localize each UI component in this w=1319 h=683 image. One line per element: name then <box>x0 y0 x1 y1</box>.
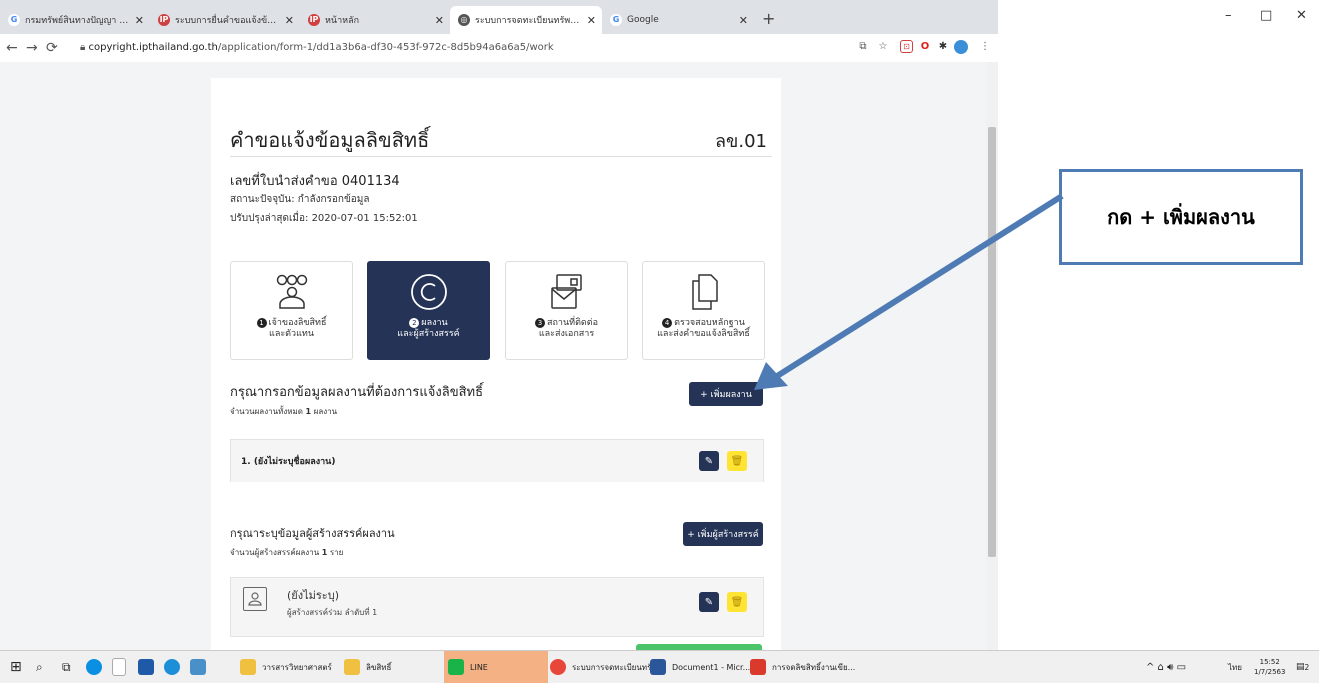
taskbar-item-pdf[interactable]: การจดลิขสิทธิ์งานเขีย... <box>750 655 855 679</box>
notification-center-icon[interactable]: ▤ 2 <box>1296 655 1309 679</box>
forward-icon[interactable]: → <box>26 40 38 56</box>
edge-icon[interactable] <box>164 655 186 679</box>
system-tray-icons[interactable]: ^ ⌂ 🔊︎ ▭ <box>1146 655 1186 679</box>
mail-app-icon[interactable] <box>138 655 160 679</box>
close-tab-icon[interactable]: ✕ <box>739 14 748 27</box>
maximize-icon[interactable]: □ <box>1260 8 1272 23</box>
delete-trash-icon[interactable]: 🗑︎ <box>727 451 747 471</box>
close-tab-icon[interactable]: ✕ <box>285 14 294 27</box>
works-heading: กรุณากรอกข้อมูลผลงานที่ต้องการแจ้งลิขสิท… <box>230 385 484 400</box>
step-work-creator[interactable]: 2 ผลงาน และผู้สร้างสรรค์ <box>367 261 490 360</box>
step-label: 3 สถานที่ติดต่อ และส่งเอกสาร <box>506 318 627 340</box>
menu-kebab-icon[interactable]: ⋮ <box>978 40 992 54</box>
close-window-icon[interactable]: ✕ <box>1296 8 1307 23</box>
work-item-label: 1. (ยังไม่ระบุชื่อผลงาน) <box>241 457 336 467</box>
windows-taskbar: ⊞ ⌕ ⧉ วารสารวิทยาศาสตร์ ลิขสิทธิ์ LINE ร… <box>0 650 1319 683</box>
last-updated-text: ปรับปรุงล่าสุดเมื่อ: 2020-07-01 15:52:01 <box>230 213 418 224</box>
task-view-icon[interactable]: ⧉ <box>62 655 71 679</box>
people-icon <box>231 272 352 312</box>
work-item-row: 1. (ยังไม่ระบุชื่อผลงาน) ✎ 🗑︎ <box>230 439 764 482</box>
edit-pencil-icon[interactable]: ✎ <box>699 592 719 612</box>
search-icon[interactable]: ⌕ <box>36 655 43 679</box>
browser-tab-bar: G กรมทรัพย์สินทางปัญญา - ค้นหาด้วย✕ IP ร… <box>0 0 998 34</box>
opera-extension-icon[interactable]: O <box>918 40 932 54</box>
add-creator-button[interactable]: + เพิ่มผู้สร้างสรรค์ <box>683 522 763 546</box>
taskbar-item-folder-science[interactable]: วารสารวิทยาศาสตร์ <box>240 655 332 679</box>
ip-favicon-icon: IP <box>308 14 320 26</box>
file-icon[interactable] <box>112 655 132 679</box>
extensions-puzzle-icon[interactable]: ✱ <box>936 40 950 54</box>
annotation-arrow <box>754 193 1064 390</box>
close-tab-icon[interactable]: ✕ <box>435 14 444 27</box>
tab-copyright-form[interactable]: IP ระบบการยื่นคำขอแจ้งข้อมูลลิขสิทธิ์✕ <box>150 6 300 34</box>
submission-number: เลขที่ใบนำส่งคำขอ 0401134 <box>230 174 400 189</box>
taskbar-item-word[interactable]: Document1 - Micr... <box>650 655 750 679</box>
tab-home[interactable]: IP หน้าหลัก ✕ <box>300 6 450 34</box>
user-avatar-icon <box>243 587 267 611</box>
step-owner[interactable]: 1 เจ้าของลิขสิทธิ์ และตัวแทน <box>230 261 353 360</box>
works-count: จำนวนผลงานทั้งหมด 1 ผลงาน <box>230 407 338 416</box>
taskbar-item-line[interactable]: LINE <box>444 651 548 683</box>
delete-trash-icon[interactable]: 🗑︎ <box>727 592 747 612</box>
language-indicator[interactable]: ไทย <box>1228 655 1242 679</box>
close-tab-icon[interactable]: ✕ <box>587 14 596 27</box>
form-card: คำขอแจ้งข้อมูลลิขสิทธิ์ ลข.01 เลขที่ใบนำ… <box>211 78 781 650</box>
back-icon[interactable]: ← <box>6 40 18 56</box>
translate-icon[interactable]: ⧉ <box>856 40 870 54</box>
page-title: คำขอแจ้งข้อมูลลิขสิทธิ์ <box>230 128 430 152</box>
creators-heading: กรุณาระบุข้อมูลผู้สร้างสรรค์ผลงาน <box>230 527 395 540</box>
close-tab-icon[interactable]: ✕ <box>135 14 144 27</box>
annotation-callout: กด + เพิ่มผลงาน <box>1059 169 1303 265</box>
control-panel-icon[interactable] <box>190 655 212 679</box>
skype-icon[interactable] <box>86 655 108 679</box>
mail-icon <box>506 272 627 312</box>
window-titlebar-area: – □ ✕ <box>998 0 1319 34</box>
bookmark-star-icon[interactable]: ☆ <box>876 40 890 54</box>
creator-name: (ยังไม่ระบุ) <box>287 589 339 602</box>
google-favicon-icon: G <box>610 14 622 26</box>
google-favicon-icon: G <box>8 14 20 26</box>
clock[interactable]: 15:52 1/7/2563 <box>1254 655 1285 679</box>
tab-ipthailand-search[interactable]: G กรมทรัพย์สินทางปัญญา - ค้นหาด้วย✕ <box>0 6 150 34</box>
step-contact[interactable]: 3 สถานที่ติดต่อ และส่งเอกสาร <box>505 261 628 360</box>
copyright-icon <box>368 272 489 312</box>
url-field[interactable]: 🔒︎ copyright.ipthailand.go.th/applicatio… <box>80 39 840 57</box>
new-tab-icon[interactable]: + <box>762 9 775 28</box>
profile-avatar-icon[interactable] <box>954 40 968 54</box>
taskbar-item-folder-copyright[interactable]: ลิขสิทธิ์ <box>344 655 391 679</box>
step-label: 2 ผลงาน และผู้สร้างสรรค์ <box>397 318 460 339</box>
lock-icon: 🔒︎ <box>80 42 86 53</box>
address-bar-row: ← → ⟳ 🔒︎ copyright.ipthailand.go.th/appl… <box>0 34 998 63</box>
taskbar-item-chrome[interactable]: ระบบการจดทะเบียนทรั... <box>550 655 659 679</box>
pocket-extension-icon[interactable]: ⊡ <box>900 40 913 53</box>
ip-favicon-icon: IP <box>158 14 170 26</box>
tab-google[interactable]: G Google ✕ <box>602 6 754 34</box>
windows-start-icon[interactable]: ⊞ <box>10 655 22 679</box>
globe-favicon-icon: ◎ <box>458 14 470 26</box>
status-text: สถานะปัจจุบัน: กำลังกรอกข้อมูล <box>230 194 370 205</box>
title-divider <box>230 156 772 157</box>
tab-ip-registration[interactable]: ◎ ระบบการจดทะเบียนทรัพย์สินทางปัญญ✕ <box>450 6 602 34</box>
reload-icon[interactable]: ⟳ <box>46 40 58 56</box>
creator-item-row: (ยังไม่ระบุ) ผู้สร้างสรรค์ร่วม ลำดับที่ … <box>230 577 764 637</box>
creator-role: ผู้สร้างสรรค์ร่วม ลำดับที่ 1 <box>287 608 378 617</box>
creators-count: จำนวนผู้สร้างสรรค์ผลงาน 1 ราย <box>230 548 344 557</box>
form-code: ลข.01 <box>715 131 767 152</box>
minimize-icon[interactable]: – <box>1225 8 1232 23</box>
edit-pencil-icon[interactable]: ✎ <box>699 451 719 471</box>
step-label: 1 เจ้าของลิขสิทธิ์ และตัวแทน <box>231 318 352 340</box>
